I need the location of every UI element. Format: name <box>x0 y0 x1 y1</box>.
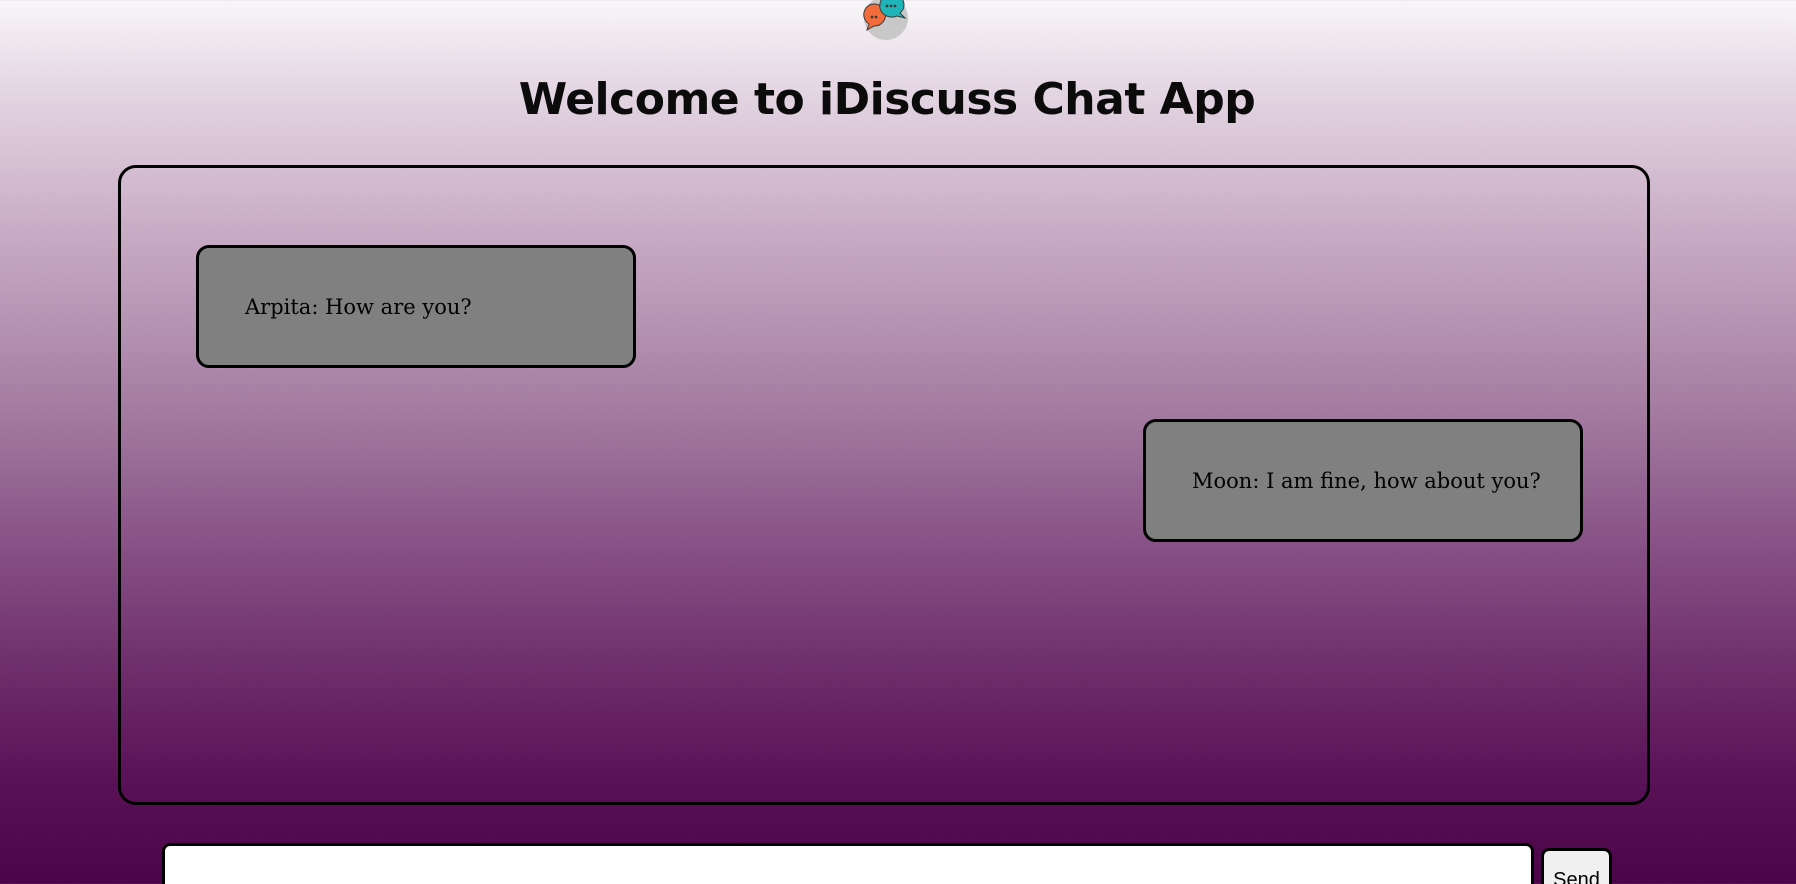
send-button[interactable]: Send <box>1541 848 1612 884</box>
message-composer: Send <box>162 843 1612 884</box>
page-title: Welcome to iDiscuss Chat App <box>518 74 1256 125</box>
chat-bubbles-icon <box>863 0 908 40</box>
chat-container: Arpita: How are you? Moon: I am fine, ho… <box>118 165 1650 805</box>
message-bubble-left: Arpita: How are you? <box>196 245 636 368</box>
message-bubble-right: Moon: I am fine, how about you? <box>1143 419 1583 542</box>
message-input[interactable] <box>162 843 1534 884</box>
